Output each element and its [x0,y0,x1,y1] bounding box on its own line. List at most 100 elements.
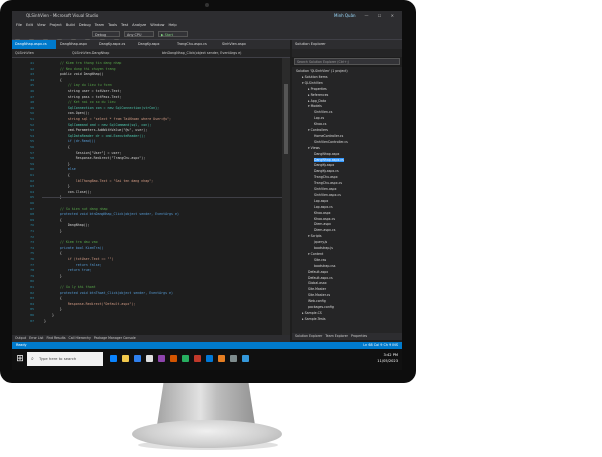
tree-item[interactable]: SinhVien.cs [314,110,332,114]
nav-project[interactable]: QLSinhVien [15,49,34,57]
tree-item[interactable]: ▸ Solution Items [302,75,328,79]
user-name[interactable]: Minh Quân [334,11,356,21]
tree-item[interactable]: Site.css [314,258,326,262]
tree-item[interactable]: ▸ Sample.CS [302,311,322,315]
tree-item[interactable]: ▾ Controllers [308,128,328,132]
taskbar-app-icon[interactable] [110,355,117,362]
tree-item[interactable]: ▸ References [308,93,328,97]
tree-item[interactable]: Default.aspx [308,270,328,274]
panel-tab[interactable]: Solution Explorer [295,334,322,338]
tree-item[interactable]: DangNhap.aspx [314,152,339,156]
tree-item[interactable]: DangKy.aspx.cs [314,169,339,173]
solution-search-input[interactable]: Search Solution Explorer (Ctrl+;) [294,58,400,65]
tab-3[interactable]: DangKy.aspx [135,40,173,49]
menu-item[interactable]: Project [50,23,62,27]
tree-item[interactable]: ▸ App_Data [308,99,326,103]
tree-item[interactable]: ▾ QLSinhVien [302,81,323,85]
taskbar-app-icon[interactable] [182,355,189,362]
panel-tab[interactable]: Properties [351,334,367,338]
tree-item[interactable]: Site.Master [308,287,326,291]
tree-item[interactable]: ▾ Scripts [308,234,322,238]
tree-item[interactable]: Site.Master.cs [308,293,330,297]
tree-item[interactable]: Web.config [308,299,326,303]
windows-start-icon[interactable]: ⊞ [15,354,25,364]
taskbar-app-icon[interactable] [146,355,153,362]
menu-item[interactable]: Edit [26,23,33,27]
tab-5[interactable]: SinhVien.aspx [219,40,257,49]
tree-item[interactable]: HomeController.cs [314,134,343,138]
taskbar-search[interactable]: ⌕ Type here to search [27,352,103,366]
tree-item[interactable]: Lop.aspx.cs [314,205,333,209]
tree-item[interactable]: SinhVien.aspx [314,187,336,191]
camera [205,3,209,7]
tree-item[interactable]: TrangChu.aspx [314,175,338,179]
menu-item[interactable]: File [16,23,22,27]
tree-item[interactable]: Khoa.aspx [314,211,331,215]
nav-member[interactable]: btnDangNhap_Click(object sender, EventAr… [162,49,241,57]
tree-item[interactable]: Diem.aspx [314,222,331,226]
tree-item[interactable]: bootstrap.js [314,246,333,250]
tree-item[interactable]: Khoa.cs [314,122,326,126]
menu-item[interactable]: Window [150,23,164,27]
tree-item[interactable]: Default.aspx.cs [308,276,333,280]
tab-1[interactable]: DangNhap.aspx [57,40,95,49]
platform-dropdown[interactable]: Any CPU [124,31,154,37]
taskbar-app-icon[interactable] [194,355,201,362]
tree-item[interactable]: jquery.js [314,240,327,244]
menu-item[interactable]: Test [121,23,128,27]
bottom-tab[interactable]: Package Manager Console [94,336,136,340]
tab-4[interactable]: TrangChu.aspx.cs [174,40,218,49]
tab-2[interactable]: DangKy.aspx.cs [96,40,134,49]
tree-item[interactable]: Lop.aspx [314,199,328,203]
tree-item[interactable]: ▾ Models [308,104,322,108]
tree-item[interactable]: Khoa.aspx.cs [314,217,335,221]
bottom-tab[interactable]: Output [15,336,26,340]
line-number: 76 [30,257,34,261]
editor-scrollbar[interactable] [282,58,290,335]
taskbar-app-icon[interactable] [242,355,249,362]
tree-item[interactable]: ▸ Properties [308,87,327,91]
bottom-tab[interactable]: Error List [29,336,43,340]
bottom-tab[interactable]: Call Hierarchy [69,336,91,340]
taskbar-app-icon[interactable] [170,355,177,362]
menu-item[interactable]: View [37,23,46,27]
tree-item[interactable]: bootstrap.css [314,264,335,268]
bottom-tab[interactable]: Find Results [46,336,65,340]
tree-item[interactable]: TrangChu.aspx.cs [314,181,342,185]
tab-0[interactable]: DangNhap.aspx.cs [12,40,56,49]
tree-item[interactable]: SinhVienController.cs [314,140,348,144]
tree-item[interactable]: ▸ Sample.Tests [302,317,326,321]
menu-item[interactable]: Analyze [132,23,146,27]
editor-splitter[interactable] [42,197,282,198]
taskbar-app-icon[interactable] [206,355,213,362]
start-button[interactable]: ▶ Start [158,31,188,37]
tree-item[interactable]: SinhVien.aspx.cs [314,193,341,197]
window-controls[interactable]: — ☐ ✕ [365,11,398,21]
tree-item[interactable]: Global.asax [308,281,327,285]
tree-item[interactable]: DangNhap.aspx.cs [314,157,344,162]
tree-item[interactable]: DangKy.aspx [314,163,334,167]
tree-item[interactable]: Diem.aspx.cs [314,228,335,232]
code-line: { [44,296,62,301]
taskbar-app-icon[interactable] [230,355,237,362]
taskbar-app-icon[interactable] [158,355,165,362]
tree-item[interactable]: packages.config [308,305,334,309]
scrollbar-thumb[interactable] [284,84,288,154]
tree-item[interactable]: ▾ Content [308,252,323,256]
menu-item[interactable]: Build [66,23,75,27]
taskbar-app-icon[interactable] [122,355,129,362]
menu-item[interactable]: Tools [108,23,117,27]
menu-item[interactable]: Help [168,23,176,27]
code-editor[interactable]: 41 42 43 44 45 46 47 48 49 50 51 52 53 54 55 56 57 58 59 60… [12,58,290,335]
menu-item[interactable]: Debug [79,23,91,27]
tree-item[interactable]: ▾ Views [308,146,320,150]
menu-item[interactable]: Team [95,23,105,27]
taskbar-app-icon[interactable] [218,355,225,362]
taskbar-app-icon[interactable] [134,355,141,362]
system-tray[interactable]: 3:42 PM 11/05/2023 [377,352,398,364]
nav-class[interactable]: QLSinhVien.DangNhap [72,49,109,57]
panel-tab[interactable]: Team Explorer [325,334,348,338]
config-dropdown[interactable]: Debug [92,31,120,37]
tree-item[interactable]: Solution 'QLSinhVien' (1 project) [296,69,348,73]
tree-item[interactable]: Lop.cs [314,116,324,120]
